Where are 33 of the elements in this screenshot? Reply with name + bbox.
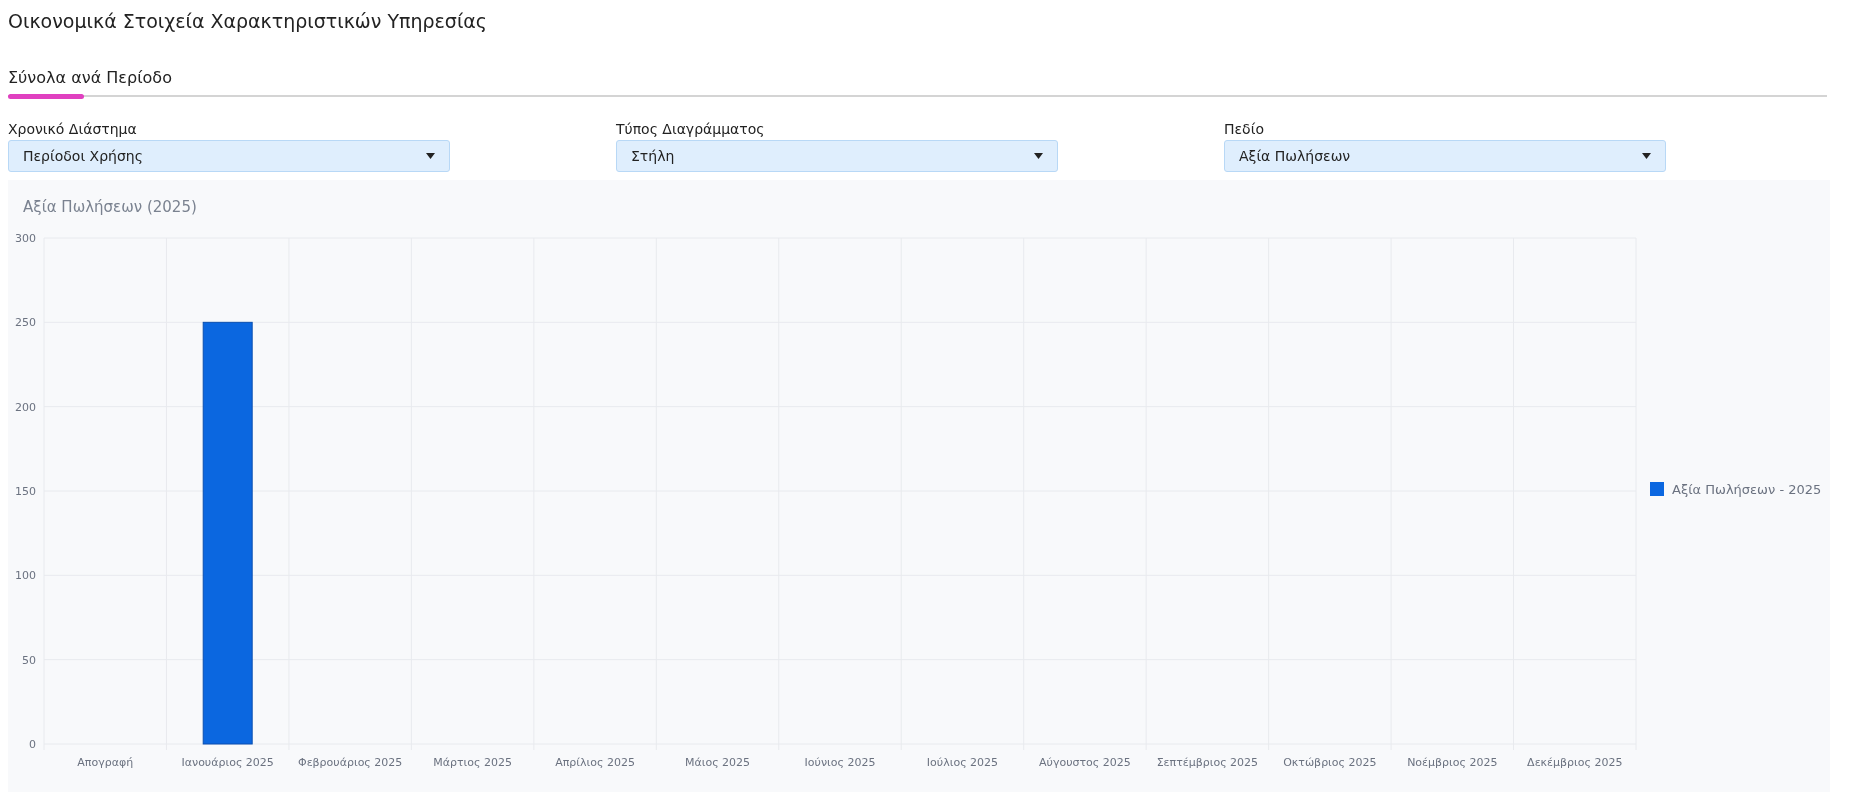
y-axis-label: 150 (15, 485, 36, 498)
x-axis-label: Δεκέμβριος 2025 (1527, 756, 1623, 769)
field-label: Πεδίο (1224, 121, 1264, 137)
x-axis-label: Ιούλιος 2025 (926, 756, 999, 769)
y-axis-label: 200 (15, 400, 36, 414)
tab[interactable]: Σύνολα ανά Περίοδο (8, 68, 172, 97)
x-axis-label: Ιανουάριος 2025 (181, 756, 274, 769)
x-axis-label: Νοέμβριος 2025 (1407, 756, 1498, 769)
y-axis-label: 300 (15, 232, 36, 245)
page-title: Οικονομικά Στοιχεία Χαρακτηριστικών Υπηρεσίας (8, 10, 488, 34)
x-axis-label: Φεβρουάριος 2025 (298, 756, 403, 769)
field-label: Χρονικό Διάστημα (8, 121, 137, 137)
caret-icon (1642, 153, 1651, 159)
x-axis-label: Σεπτέμβριος 2025 (1156, 756, 1259, 769)
y-axis-label: 250 (15, 316, 36, 330)
x-axis-label: Μάιος 2025 (684, 756, 751, 769)
x-axis-label: Αύγουστος 2025 (1039, 756, 1131, 769)
x-axis-label: Απρίλιος 2025 (555, 756, 635, 769)
field-label: Τύπος Διαγράμματος (616, 121, 765, 137)
legend-label: Αξία Πωλήσεων - 2025 (1672, 482, 1822, 497)
x-axis-label: Μάρτιος 2025 (433, 756, 512, 769)
x-axis-label: Ιούνιος 2025 (804, 756, 876, 769)
x-axis-label: Οκτώβριος 2025 (1283, 756, 1377, 769)
caret-icon (1034, 153, 1043, 159)
y-axis-label: 0 (29, 738, 36, 751)
dropdown[interactable]: Αξία Πωλήσεων (1224, 140, 1666, 172)
caret-icon (426, 153, 435, 159)
chart-title: Αξία Πωλήσεων (2025) (23, 198, 197, 216)
y-axis-label: 100 (15, 569, 36, 583)
x-axis-label: Απογραφή (77, 756, 134, 769)
dropdown[interactable]: Στήλη (616, 140, 1058, 172)
y-axis-label: 50 (22, 653, 36, 667)
dropdown[interactable]: Περίοδοι Χρήσης (8, 140, 450, 172)
